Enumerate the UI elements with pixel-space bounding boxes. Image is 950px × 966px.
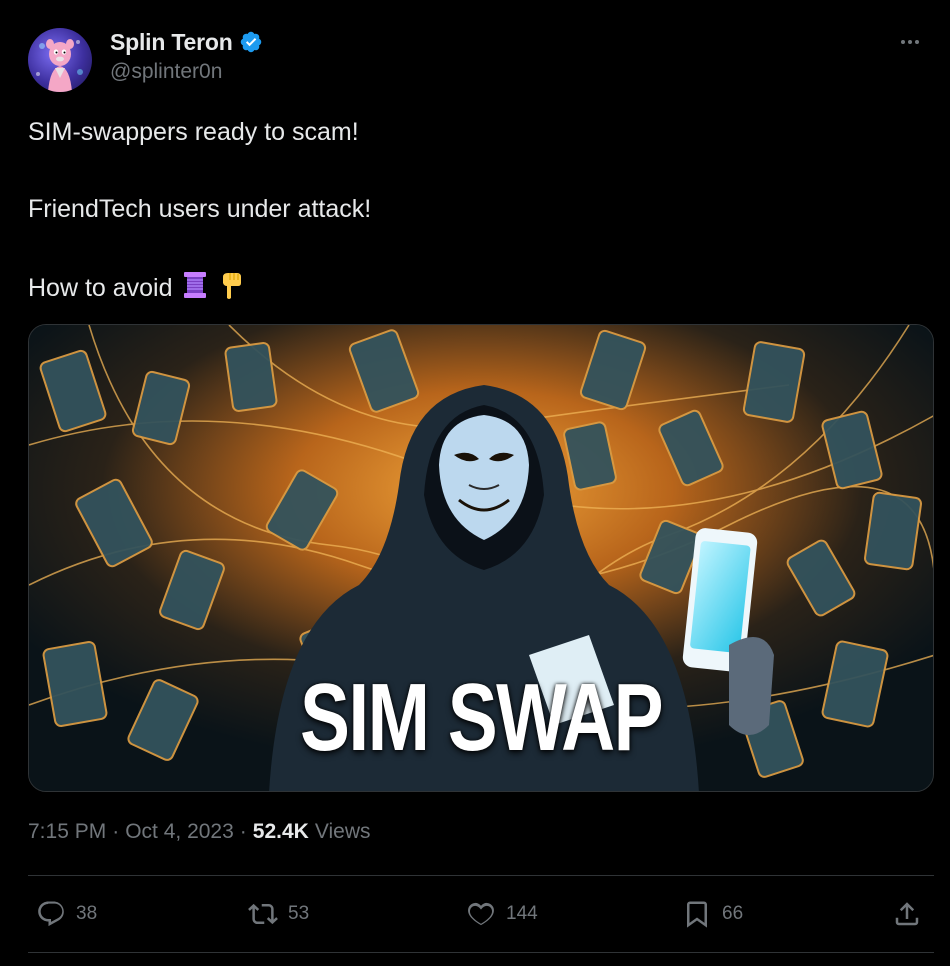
views-count: 52.4K <box>252 820 309 843</box>
meta-separator: · <box>239 820 247 843</box>
author-name-row[interactable]: Splin Teron <box>110 28 263 56</box>
meta-separator: · <box>112 820 120 843</box>
reply-icon <box>38 901 64 927</box>
tweet-actions-bar: 38 53 144 66 <box>36 896 926 932</box>
share-button[interactable] <box>892 896 922 932</box>
tweet-card: Splin Teron @splinter0n SIM-swappers rea… <box>0 0 950 966</box>
tweet-text-line: SIM-swappers ready to scam! <box>28 118 359 146</box>
divider <box>28 875 934 876</box>
bookmark-icon <box>687 901 707 928</box>
divider <box>28 952 934 953</box>
views-label: Views <box>314 820 371 843</box>
tweet-text: How to avoid <box>28 274 173 302</box>
verified-badge-icon[interactable] <box>239 30 263 54</box>
repost-count: 53 <box>288 903 310 924</box>
more-dot-icon <box>915 40 919 44</box>
reply-count: 38 <box>76 903 98 924</box>
like-button[interactable]: 144 <box>466 896 538 932</box>
tweet-time[interactable]: 7:15 PM <box>28 820 106 844</box>
tweet-text-line: FriendTech users under attack! <box>28 195 372 223</box>
more-dot-icon <box>908 40 912 44</box>
author-display-name[interactable]: Splin Teron <box>110 29 233 56</box>
pink-panther-avatar-icon <box>36 39 83 92</box>
like-count: 144 <box>506 903 538 924</box>
heart-icon <box>468 902 494 926</box>
share-icon <box>895 902 919 926</box>
tweet-text-line-with-emoji: How to avoid <box>28 270 244 303</box>
tweet-meta: 7:15 PM · Oct 4, 2023 · 52.4K Views <box>28 820 370 844</box>
bookmark-count: 66 <box>722 903 744 924</box>
hooded-masked-hacker-with-phones-image <box>29 325 933 791</box>
tweet-date[interactable]: Oct 4, 2023 <box>125 820 234 844</box>
repost-button[interactable]: 53 <box>248 896 309 932</box>
bookmark-button[interactable]: 66 <box>682 896 743 932</box>
avatar[interactable] <box>28 28 92 92</box>
more-options-button[interactable] <box>892 28 928 56</box>
more-dot-icon <box>901 40 905 44</box>
thread-icon <box>184 272 207 298</box>
reply-button[interactable]: 38 <box>36 896 97 932</box>
tweet-media-image[interactable]: SIM SWAP <box>28 324 934 792</box>
pointing-down-icon <box>223 273 242 299</box>
author-handle[interactable]: @splinter0n <box>110 60 222 84</box>
repost-icon <box>248 903 278 925</box>
